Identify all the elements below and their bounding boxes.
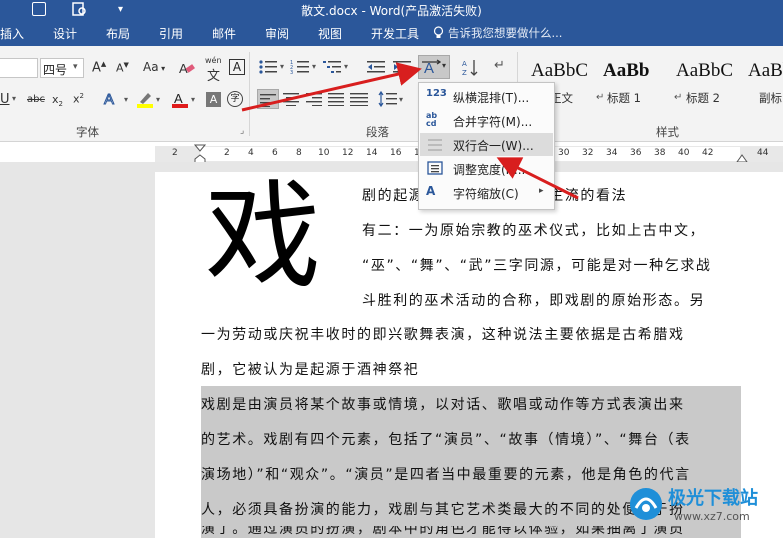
annotation-arrow <box>241 62 422 112</box>
watermark-url: www.xz7.com <box>674 510 750 523</box>
annotation-arrow <box>496 157 579 200</box>
watermark: 极光下载站 www.xz7.com <box>628 480 778 536</box>
annotation-arrows <box>241 62 579 200</box>
watermark-name: 极光下载站 <box>668 488 758 509</box>
watermark-logo <box>630 488 662 520</box>
